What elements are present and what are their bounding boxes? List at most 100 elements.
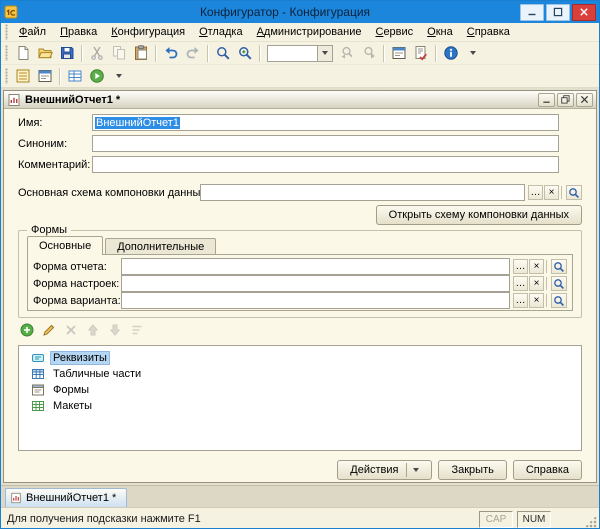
magnifier-icon	[554, 295, 564, 306]
tab-main-forms[interactable]: Основные	[27, 236, 104, 255]
schema-clear-button[interactable]: ×	[544, 185, 559, 200]
synonym-row: Синоним:	[18, 135, 582, 152]
menu-service[interactable]: Сервис	[368, 24, 420, 40]
paste-button[interactable]	[130, 43, 152, 63]
tree-item-label: Макеты	[53, 400, 93, 412]
configuration-window-icon	[392, 47, 406, 59]
variant-form-open-button[interactable]	[551, 293, 567, 308]
maximize-button[interactable]	[546, 3, 570, 21]
search-combobox[interactable]	[267, 44, 333, 62]
find-button[interactable]	[212, 43, 234, 63]
menubar-grip[interactable]	[5, 24, 8, 40]
menu-windows[interactable]: Окна	[420, 24, 460, 40]
combobox-arrow-button[interactable]	[317, 45, 332, 61]
move-down-button[interactable]	[106, 322, 124, 338]
doc-close-button[interactable]	[576, 92, 593, 107]
resize-grip[interactable]	[584, 515, 597, 528]
window-titlebar[interactable]: Конфигуратор - Конфигурация	[1, 1, 599, 23]
document-titlebar[interactable]: ВнешнийОтчет1 *	[4, 91, 596, 109]
doc-restore-button[interactable]	[557, 92, 574, 107]
delete-button[interactable]	[62, 322, 80, 338]
arrow-up-icon	[87, 324, 99, 336]
settings-form-clear-button[interactable]: ×	[529, 276, 544, 291]
menu-help[interactable]: Справка	[460, 24, 517, 40]
undo-button[interactable]	[160, 43, 182, 63]
template-icon	[32, 401, 44, 411]
help-dialog-button[interactable]: Справка	[512, 460, 582, 480]
tree-item-tabular-sections[interactable]: Табличные части	[19, 366, 581, 382]
save-button[interactable]	[56, 43, 78, 63]
report-form-clear-button[interactable]: ×	[529, 259, 544, 274]
find-next-icon	[364, 46, 375, 59]
open-schema-button[interactable]: Открыть схему компоновки данных	[375, 205, 582, 225]
find-options-button[interactable]	[234, 43, 256, 63]
toolbar-options-button-2[interactable]	[108, 66, 130, 86]
settings-form-input[interactable]	[121, 275, 510, 292]
menu-edit[interactable]: Правка	[53, 24, 104, 40]
schema-ellipsis-button[interactable]: …	[528, 185, 543, 200]
toolbar-grip[interactable]	[5, 45, 8, 61]
syntax-check-button[interactable]	[410, 43, 432, 63]
new-document-button[interactable]	[12, 43, 34, 63]
close-dialog-button[interactable]: Закрыть	[438, 460, 507, 480]
find-previous-button[interactable]	[336, 43, 358, 63]
copy-button[interactable]	[108, 43, 130, 63]
comment-input[interactable]	[92, 156, 559, 173]
menu-file[interactable]: Файл	[12, 24, 53, 40]
report-form-ellipsis-button[interactable]: …	[513, 259, 528, 274]
tree-item-forms[interactable]: Формы	[19, 382, 581, 398]
schema-row: Основная схема компоновки данных: … ×	[18, 184, 582, 201]
close-button[interactable]	[572, 3, 596, 21]
configuration-window-button[interactable]	[388, 43, 410, 63]
configuration-window-button-2[interactable]	[34, 66, 56, 86]
button-divider	[406, 463, 408, 477]
settings-form-open-button[interactable]	[551, 276, 567, 291]
window-tab-active[interactable]: ВнешнийОтчет1 *	[5, 488, 128, 507]
report-form-open-button[interactable]	[551, 259, 567, 274]
redo-button[interactable]	[182, 43, 204, 63]
help-button[interactable]	[440, 43, 462, 63]
chevron-down-icon	[470, 51, 476, 55]
report-icon	[8, 93, 20, 106]
tree-item-templates[interactable]: Макеты	[19, 398, 581, 414]
comment-row: Комментарий:	[18, 156, 582, 173]
add-button[interactable]	[18, 322, 36, 338]
variant-form-input[interactable]	[121, 292, 510, 309]
close-icon	[580, 8, 588, 16]
toolbar-grip[interactable]	[5, 68, 8, 84]
database-grid-button[interactable]	[64, 66, 86, 86]
open-button[interactable]	[34, 43, 56, 63]
toolbar-separator	[383, 44, 385, 62]
schema-open-button[interactable]	[566, 185, 582, 200]
settings-form-ellipsis-button[interactable]: …	[513, 276, 528, 291]
edit-button[interactable]	[40, 322, 58, 338]
name-input[interactable]: ВнешнийОтчет1	[92, 114, 559, 131]
menu-configuration[interactable]: Конфигурация	[104, 24, 192, 40]
sort-button[interactable]	[128, 322, 146, 338]
start-debugging-button[interactable]	[86, 66, 108, 86]
doc-minimize-button[interactable]	[538, 92, 555, 107]
copy-icon	[113, 46, 125, 60]
schema-input[interactable]	[200, 184, 525, 201]
actions-button[interactable]: Действия	[337, 460, 433, 480]
tree-item-attributes[interactable]: Реквизиты	[19, 350, 581, 366]
sort-icon	[132, 325, 142, 335]
status-bar: Для получения подсказки нажмите F1 CAP N…	[1, 507, 599, 528]
find-next-button[interactable]	[358, 43, 380, 63]
variant-form-clear-button[interactable]: ×	[529, 293, 544, 308]
menu-bar: Файл Правка Конфигурация Отладка Админис…	[1, 23, 599, 42]
synonym-input[interactable]	[92, 135, 559, 152]
chevron-down-icon	[116, 74, 122, 78]
report-form-input[interactable]	[121, 258, 510, 275]
form-icon	[32, 384, 44, 396]
toolbar-options-button[interactable]	[462, 43, 484, 63]
minimize-button[interactable]	[520, 3, 544, 21]
move-up-button[interactable]	[84, 322, 102, 338]
menu-administration[interactable]: Администрирование	[250, 24, 369, 40]
tab-additional-forms[interactable]: Дополнительные	[105, 238, 217, 255]
cut-button[interactable]	[86, 43, 108, 63]
open-configuration-button[interactable]	[12, 66, 34, 86]
variant-form-ellipsis-button[interactable]: …	[513, 293, 528, 308]
menu-debug[interactable]: Отладка	[192, 24, 250, 40]
report-icon	[11, 492, 21, 504]
